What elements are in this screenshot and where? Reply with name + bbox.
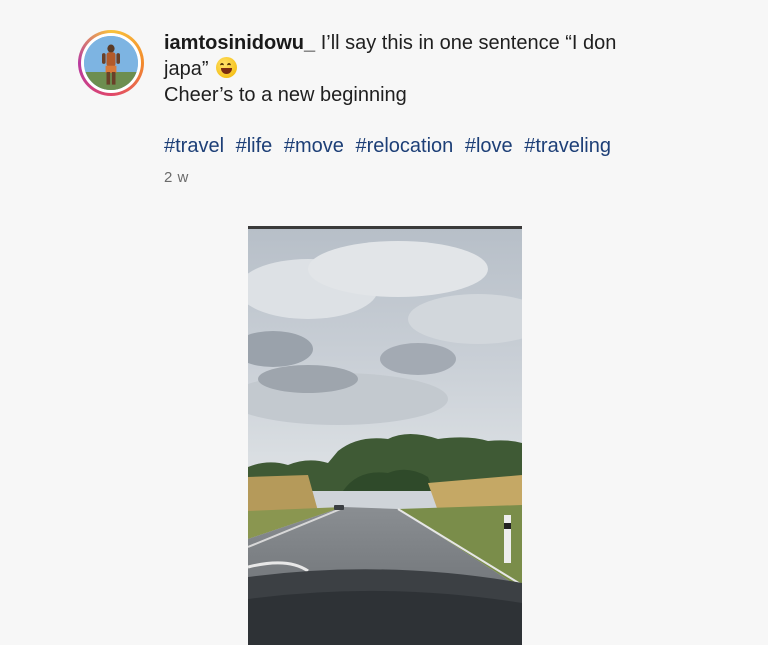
grinning-sweat-emoji-icon [216, 57, 238, 78]
caption-text: I’ll say this in one sentence “I don [320, 32, 617, 54]
person-photo-icon [84, 36, 138, 90]
hashtag-list: #travel #life #move #relocation #love #t… [164, 133, 704, 159]
caption-line-2: japa” [164, 56, 704, 82]
road-trip-video-frame [248, 229, 522, 645]
hashtag-link[interactable]: #travel [164, 135, 224, 157]
caption-line-1: iamtosinidowu_ I’ll say this in one sent… [164, 30, 704, 56]
hashtag-link[interactable]: #love [465, 135, 513, 157]
hashtag-link[interactable]: #relocation [355, 135, 453, 157]
hashtag-link[interactable]: #move [284, 135, 344, 157]
avatar[interactable] [84, 36, 138, 90]
hashtag-link[interactable]: #life [236, 135, 273, 157]
username-link[interactable]: iamtosinidowu_ [164, 32, 315, 54]
video-player[interactable] [248, 226, 522, 645]
caption-line-3: Cheer’s to a new beginning [164, 84, 407, 106]
caption-text-cont: japa” [164, 58, 209, 80]
caption-text-column: iamtosinidowu_ I’ll say this in one sent… [164, 30, 704, 186]
instagram-post-view: iamtosinidowu_ I’ll say this in one sent… [0, 0, 768, 645]
avatar-story-ring[interactable] [78, 30, 144, 96]
post-timestamp: 2 w [164, 169, 189, 186]
hashtag-link[interactable]: #traveling [524, 135, 611, 157]
